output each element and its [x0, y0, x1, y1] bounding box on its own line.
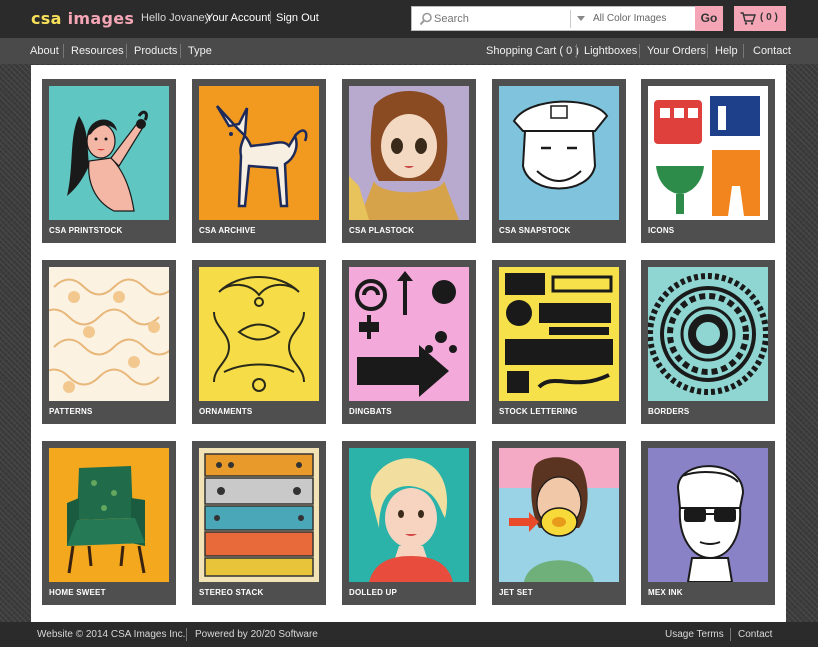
collection-tile-stereo-stack[interactable]: STEREO STACK: [192, 441, 326, 605]
collection-image: [199, 267, 319, 401]
footer-divider: [730, 628, 731, 641]
nav-contact[interactable]: Contact: [753, 45, 791, 57]
collection-label: STEREO STACK: [199, 588, 264, 597]
collection-label: ORNAMENTS: [199, 407, 253, 416]
collection-label: CSA PLASTOCK: [349, 226, 415, 235]
nav-resources[interactable]: Resources: [71, 45, 124, 57]
footer-copyright: Website © 2014 CSA Images Inc.: [37, 629, 186, 640]
collection-label: ICONS: [648, 226, 675, 235]
image-filter-select[interactable]: All Color Images: [593, 13, 666, 24]
nav-divider: [639, 44, 640, 58]
collection-tile-stock-lettering[interactable]: STOCK LETTERING: [492, 260, 626, 424]
collection-label: DOLLED UP: [349, 588, 398, 597]
collection-label: HOME SWEET: [49, 588, 106, 597]
collection-tile-snapstock[interactable]: CSA SNAPSTOCK: [492, 79, 626, 243]
search-divider: [570, 10, 571, 28]
collection-image: [49, 448, 169, 582]
collection-image: [648, 267, 768, 401]
collection-tile-icons[interactable]: ICONS: [641, 79, 775, 243]
page-footer: Website © 2014 CSA Images Inc. Powered b…: [0, 622, 818, 647]
nav-type[interactable]: Type: [188, 45, 212, 57]
collection-image: [349, 448, 469, 582]
nav-lightboxes[interactable]: Lightboxes: [584, 45, 637, 57]
footer-usage-terms-link[interactable]: Usage Terms: [665, 629, 724, 640]
nav-help[interactable]: Help: [715, 45, 738, 57]
collection-image: [349, 267, 469, 401]
top-header: csa images Hello Jovaney Your Account Si…: [0, 0, 818, 38]
footer-powered-by-link[interactable]: Powered by 20/20 Software: [195, 629, 318, 640]
collection-image: [199, 448, 319, 582]
nav-divider: [180, 44, 181, 58]
collection-image: [499, 448, 619, 582]
collection-tile-patterns[interactable]: PATTERNS: [42, 260, 176, 424]
collections-grid: CSA PRINTSTOCK CSA ARCHIVE CSA PLASTOCK …: [31, 65, 786, 622]
collection-label: JET SET: [499, 588, 533, 597]
nav-divider: [707, 44, 708, 58]
nav-shopping-cart[interactable]: Shopping Cart ( 0 ): [486, 45, 579, 57]
footer-contact-link[interactable]: Contact: [738, 629, 772, 640]
nav-divider: [743, 44, 744, 58]
collection-label: PATTERNS: [49, 407, 93, 416]
search-icon: [419, 12, 432, 26]
collection-tile-plastock[interactable]: CSA PLASTOCK: [342, 79, 476, 243]
nav-divider: [63, 44, 64, 58]
collection-label: STOCK LETTERING: [499, 407, 578, 416]
logo-accent: images: [67, 9, 135, 28]
cart-icon: [740, 12, 756, 25]
nav-divider: [126, 44, 127, 58]
footer-divider: [186, 628, 187, 641]
collection-image: [648, 448, 768, 582]
collection-label: CSA ARCHIVE: [199, 226, 256, 235]
nav-products[interactable]: Products: [134, 45, 177, 57]
collection-image: [499, 267, 619, 401]
search-bar: All Color Images: [411, 6, 696, 31]
collection-label: CSA SNAPSTOCK: [499, 226, 571, 235]
cart-count: ( 0 ): [760, 12, 778, 23]
collection-label: MEX INK: [648, 588, 683, 597]
collection-tile-dingbats[interactable]: DINGBATS: [342, 260, 476, 424]
search-input[interactable]: [434, 10, 569, 28]
collection-label: CSA PRINTSTOCK: [49, 226, 123, 235]
main-nav: About Resources Products Type Shopping C…: [0, 38, 818, 64]
collection-tile-dolled-up[interactable]: DOLLED UP: [342, 441, 476, 605]
collection-image: [648, 86, 768, 220]
collection-image: [349, 86, 469, 220]
collection-tile-mex-ink[interactable]: MEX INK: [641, 441, 775, 605]
collection-tile-home-sweet[interactable]: HOME SWEET: [42, 441, 176, 605]
go-button[interactable]: Go: [695, 6, 723, 31]
nav-about[interactable]: About: [30, 45, 59, 57]
nav-divider: [576, 44, 577, 58]
collection-tile-jet-set[interactable]: JET SET: [492, 441, 626, 605]
collection-image: [49, 267, 169, 401]
collection-image: [499, 86, 619, 220]
greeting-text: Hello Jovaney: [141, 12, 211, 24]
collection-tile-ornaments[interactable]: ORNAMENTS: [192, 260, 326, 424]
collection-label: DINGBATS: [349, 407, 392, 416]
header-divider: [270, 11, 271, 24]
collection-label: BORDERS: [648, 407, 690, 416]
collection-tile-archive[interactable]: CSA ARCHIVE: [192, 79, 326, 243]
logo-main: csa: [31, 9, 62, 28]
nav-your-orders[interactable]: Your Orders: [647, 45, 706, 57]
collection-image: [49, 86, 169, 220]
collection-tile-borders[interactable]: BORDERS: [641, 260, 775, 424]
sign-out-link[interactable]: Sign Out: [276, 12, 319, 24]
chevron-down-icon[interactable]: [577, 16, 585, 21]
csa-images-logo[interactable]: csa images: [31, 9, 134, 28]
your-account-link[interactable]: Your Account: [206, 12, 270, 24]
collection-tile-printstock[interactable]: CSA PRINTSTOCK: [42, 79, 176, 243]
cart-button[interactable]: ( 0 ): [734, 6, 786, 31]
collection-image: [199, 86, 319, 220]
